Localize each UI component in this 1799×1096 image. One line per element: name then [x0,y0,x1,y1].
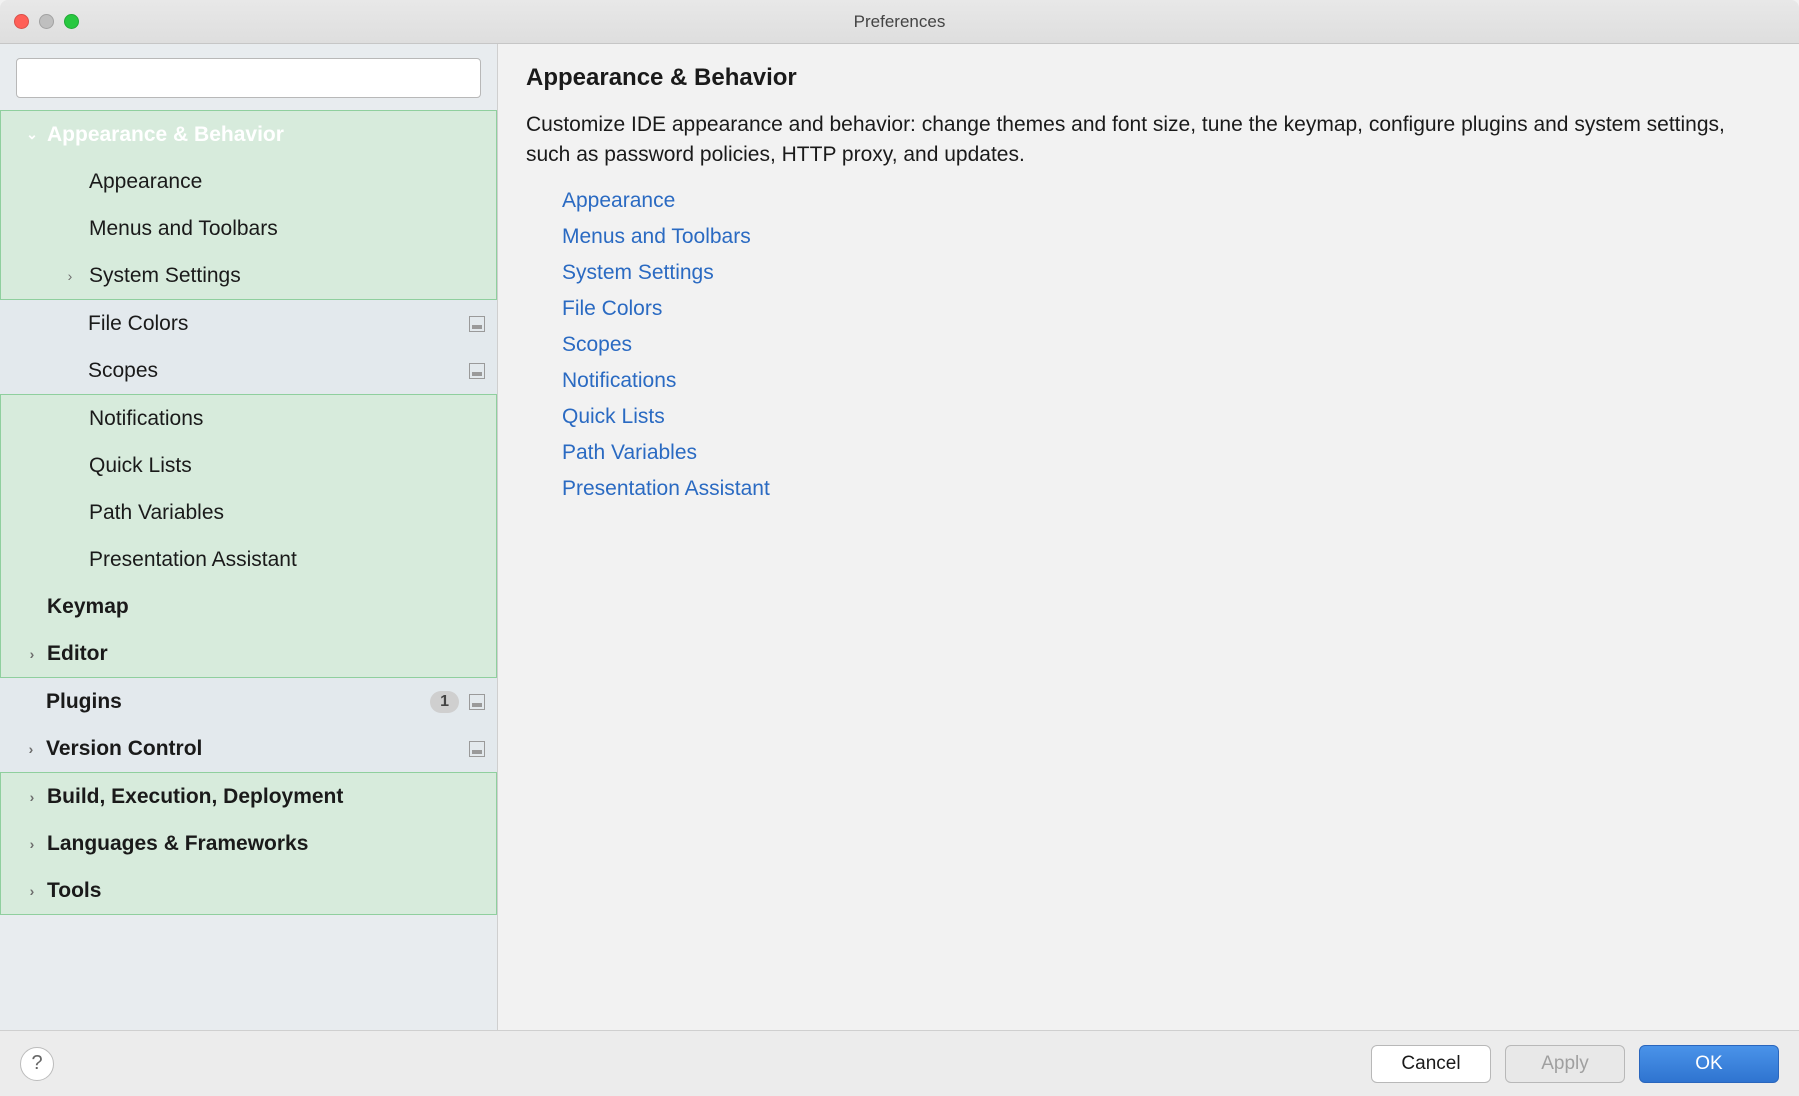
tree-item-keymap[interactable]: Keymap [1,583,496,630]
preferences-body: ▾ ⌄ Appearance & Behavior Appearance Menus … [0,44,1799,1030]
tree-item-tools[interactable]: › Tools [1,867,496,914]
settings-link-scopes[interactable]: Scopes [562,333,1771,357]
tree-item-build-execution-deployment[interactable]: › Build, Execution, Deployment [1,773,496,820]
tree-item-presentation-assistant[interactable]: Presentation Assistant [1,536,496,583]
page-description: Customize IDE appearance and behavior: c… [526,110,1771,171]
preferences-window: Preferences ▾ ⌄Appearance & BehaviorAppe… [0,0,1799,1096]
project-level-icon [469,316,485,332]
dialog-footer: ? Cancel Apply OK [0,1030,1799,1096]
chevron-right-icon: › [61,268,79,284]
settings-link-appearance[interactable]: Appearance [562,189,1771,213]
tree-item-label: Build, Execution, Deployment [47,785,343,809]
apply-button[interactable]: Apply [1505,1045,1625,1083]
tree-item-editor[interactable]: › Editor [1,630,496,677]
chevron-right-icon: › [22,741,40,757]
tree-item-label: File Colors [88,312,188,336]
tree-group: ⌄ Appearance & Behavior Appearance Menus an… [0,110,497,300]
settings-link-notifications[interactable]: Notifications [562,369,1771,393]
window-title: Preferences [0,12,1799,32]
settings-link-path-variables[interactable]: Path Variables [562,441,1771,465]
settings-link-file-colors[interactable]: File Colors [562,297,1771,321]
project-level-icon [469,741,485,757]
tree-item-label: Editor [47,642,108,666]
tree-item-languages-frameworks[interactable]: › Languages & Frameworks [1,820,496,867]
tree-item-menus-and-toolbars[interactable]: Menus and Toolbars [1,205,496,252]
settings-link-menus-and-toolbars[interactable]: Menus and Toolbars [562,225,1771,249]
tree-item-label: Version Control [46,737,202,761]
tree-item-label: Presentation Assistant [89,548,297,572]
tree-group: Plugins 1 › Version Control [0,678,497,772]
tree-item-label: Tools [47,879,101,903]
tree-item-file-colors[interactable]: File Colors [0,300,497,347]
tree-item-label: Menus and Toolbars [89,217,278,241]
tree-item-label: Appearance & Behavior [47,123,284,147]
search-box: ▾ [16,58,481,98]
settings-link-list: Appearance Menus and Toolbars System Setti… [526,189,1771,513]
help-icon: ? [31,1052,42,1075]
tree-item-label: Scopes [88,359,158,383]
settings-link-system-settings[interactable]: System Settings [562,261,1771,285]
search-input[interactable] [16,58,481,98]
tree-item-notifications[interactable]: Notifications [1,395,496,442]
count-badge: 1 [430,691,459,713]
tree-group: › Build, Execution, Deployment › Languages … [0,772,497,915]
ok-button[interactable]: OK [1639,1045,1779,1083]
help-button[interactable]: ? [20,1047,54,1081]
settings-link-presentation-assistant[interactable]: Presentation Assistant [562,477,1771,501]
tree-item-label: System Settings [89,264,241,288]
tree-item-plugins[interactable]: Plugins 1 [0,678,497,725]
settings-link-quick-lists[interactable]: Quick Lists [562,405,1771,429]
tree-item-label: Plugins [46,690,122,714]
sidebar: ▾ ⌄ Appearance & Behavior Appearance Menus … [0,44,498,1030]
project-level-icon [469,694,485,710]
main-panel: Appearance & Behavior Customize IDE appe… [498,44,1799,1030]
project-level-icon [469,363,485,379]
chevron-right-icon: › [23,836,41,852]
tree-item-scopes[interactable]: Scopes [0,347,497,394]
tree-item-path-variables[interactable]: Path Variables [1,489,496,536]
tree-item-appearance[interactable]: Appearance [1,158,496,205]
tree-item-label: Languages & Frameworks [47,832,308,856]
cancel-button[interactable]: Cancel [1371,1045,1491,1083]
tree-group: File Colors Scopes [0,300,497,394]
chevron-right-icon: › [23,789,41,805]
tree-item-label: Path Variables [89,501,224,525]
tree-item-quick-lists[interactable]: Quick Lists [1,442,496,489]
tree-item-label: Appearance [89,170,202,194]
tree-group: Notifications Quick Lists Path Variables Pr… [0,394,497,678]
page-title: Appearance & Behavior [526,64,1771,92]
tree-item-label: Notifications [89,407,203,431]
settings-tree: ⌄ Appearance & Behavior Appearance Menus an… [0,110,497,1030]
tree-item-system-settings[interactable]: › System Settings [1,252,496,299]
tree-item-label: Quick Lists [89,454,192,478]
tree-item-appearance-behavior[interactable]: ⌄ Appearance & Behavior [1,111,496,158]
chevron-right-icon: › [23,883,41,899]
titlebar: Preferences [0,0,1799,44]
tree-item-label: Keymap [47,595,129,619]
chevron-down-icon: ⌄ [23,126,41,143]
chevron-right-icon: › [23,646,41,662]
tree-item-version-control[interactable]: › Version Control [0,725,497,772]
